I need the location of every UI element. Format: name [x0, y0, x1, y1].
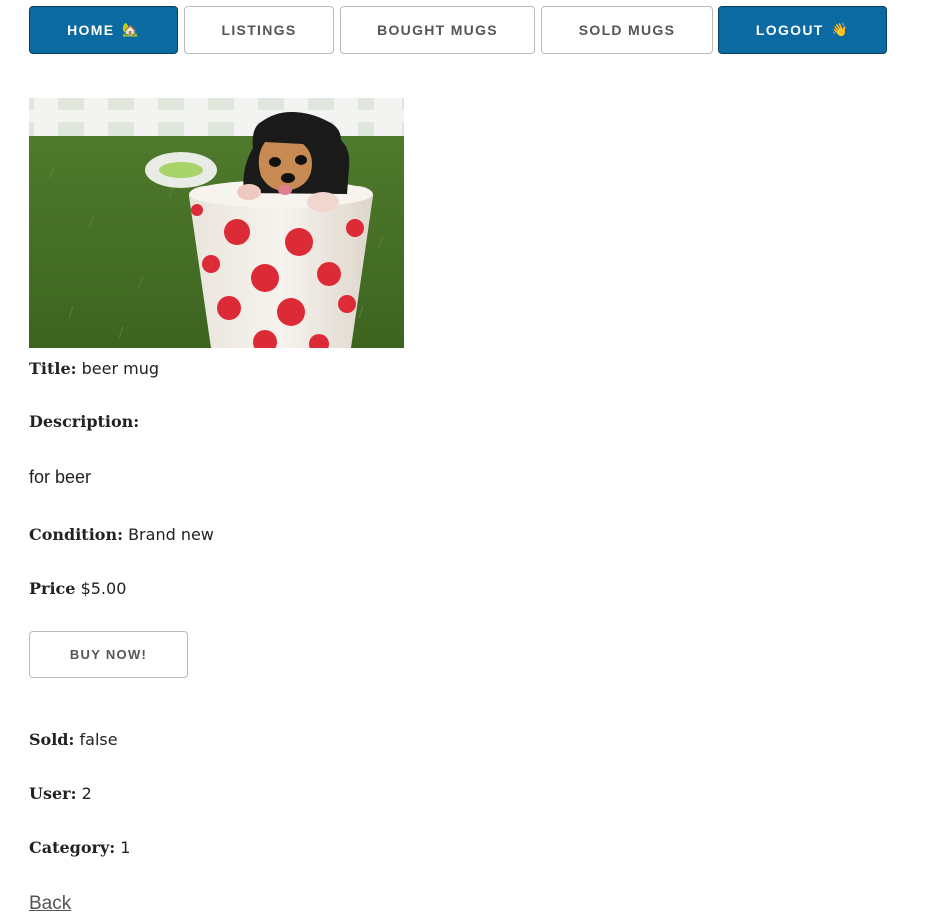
waving-hand-icon: 👋 — [831, 22, 850, 37]
home-button-label: HOME — [67, 22, 115, 38]
description-label: Description: — [29, 412, 140, 431]
condition-field: Condition: Brand new — [29, 525, 214, 544]
sold-mugs-button-label: SOLD MUGS — [578, 22, 676, 38]
sold-field: Sold: false — [29, 730, 118, 749]
product-image — [29, 98, 404, 348]
logout-button[interactable]: LOGOUT 👋 — [718, 6, 887, 54]
title-label: Title: — [29, 359, 77, 378]
house-icon: 🏡 — [122, 22, 140, 37]
sold-value: false — [79, 730, 118, 749]
back-link[interactable]: Back — [29, 893, 71, 915]
sold-label: Sold: — [29, 730, 75, 749]
title-value: beer mug — [81, 359, 160, 378]
home-button[interactable]: HOME 🏡 — [29, 6, 178, 54]
category-field: Category: 1 — [29, 838, 130, 857]
buy-now-button[interactable]: BUY NOW! — [29, 631, 188, 678]
description-field: Description: — [29, 412, 139, 431]
condition-label: Condition: — [29, 525, 123, 544]
buy-now-button-label: BUY NOW! — [69, 647, 148, 662]
listings-button[interactable]: LISTINGS — [184, 6, 334, 54]
user-label: User: — [29, 784, 77, 803]
bought-mugs-button-label: BOUGHT MUGS — [377, 22, 498, 38]
user-value: 2 — [81, 784, 92, 803]
sold-mugs-button[interactable]: SOLD MUGS — [541, 6, 713, 54]
page: HOME 🏡 LISTINGS BOUGHT MUGS SOLD MUGS LO… — [0, 0, 936, 918]
price-value: $5.00 — [80, 579, 127, 598]
title-field: Title: beer mug — [29, 359, 159, 378]
user-field: User: 2 — [29, 784, 92, 803]
price-label: Price — [29, 579, 76, 598]
description-value: for beer — [29, 467, 92, 487]
category-label: Category: — [29, 838, 116, 857]
bought-mugs-button[interactable]: BOUGHT MUGS — [340, 6, 535, 54]
category-value: 1 — [120, 838, 131, 857]
listings-button-label: LISTINGS — [221, 22, 297, 38]
logout-button-label: LOGOUT — [755, 22, 824, 38]
condition-value: Brand new — [128, 525, 214, 544]
price-field: Price $5.00 — [29, 579, 126, 598]
